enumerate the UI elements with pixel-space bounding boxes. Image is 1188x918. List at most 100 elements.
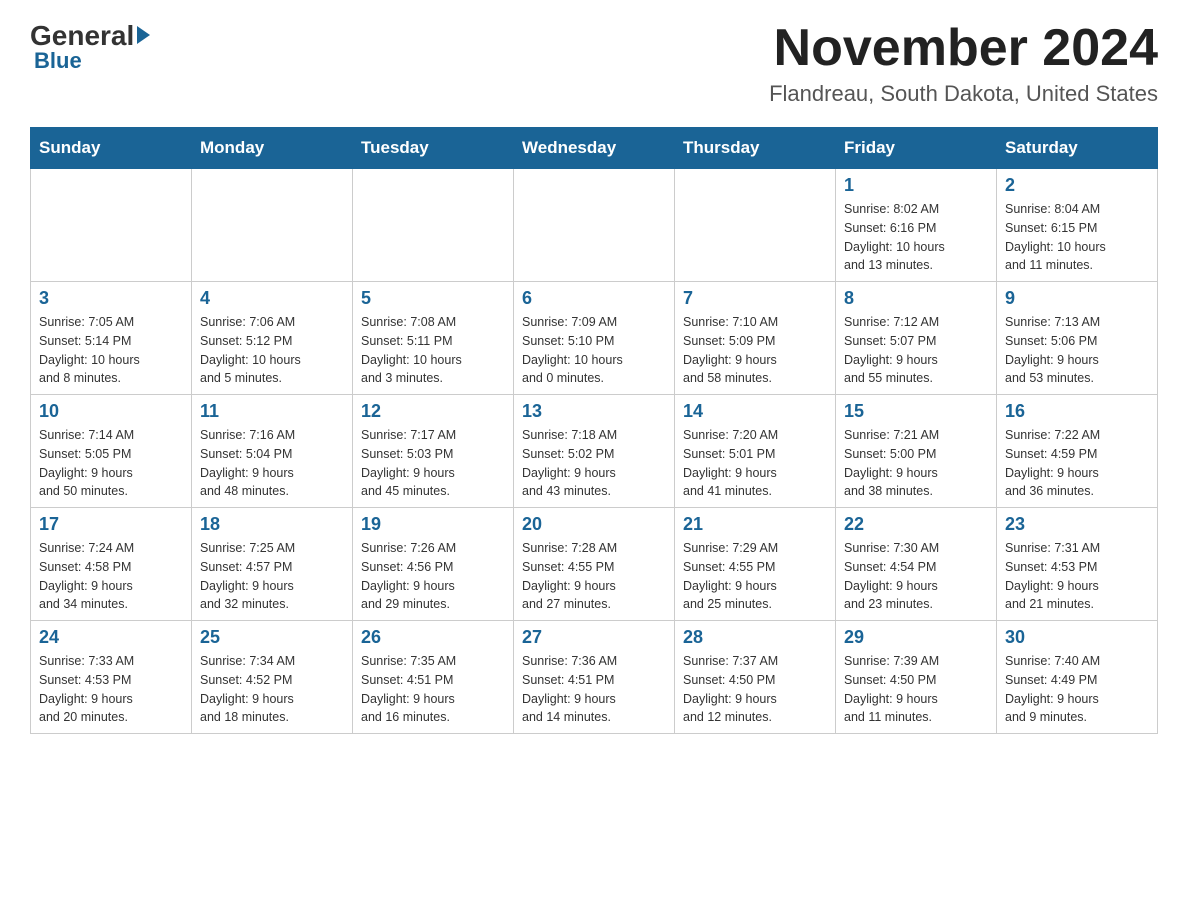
day-number: 10 — [39, 401, 183, 422]
day-info: Sunrise: 7:28 AM Sunset: 4:55 PM Dayligh… — [522, 539, 666, 614]
day-info: Sunrise: 7:09 AM Sunset: 5:10 PM Dayligh… — [522, 313, 666, 388]
day-number: 30 — [1005, 627, 1149, 648]
day-info: Sunrise: 7:12 AM Sunset: 5:07 PM Dayligh… — [844, 313, 988, 388]
day-info: Sunrise: 7:14 AM Sunset: 5:05 PM Dayligh… — [39, 426, 183, 501]
page-header: General Blue November 2024 Flandreau, So… — [30, 20, 1158, 107]
day-number: 2 — [1005, 175, 1149, 196]
calendar-cell: 3 Sunrise: 7:05 AM Sunset: 5:14 PM Daylig… — [31, 282, 192, 395]
day-info: Sunrise: 7:37 AM Sunset: 4:50 PM Dayligh… — [683, 652, 827, 727]
calendar-cell: 16 Sunrise: 7:22 AM Sunset: 4:59 PM Dayli… — [997, 395, 1158, 508]
day-info: Sunrise: 7:36 AM Sunset: 4:51 PM Dayligh… — [522, 652, 666, 727]
calendar-header-saturday: Saturday — [997, 128, 1158, 169]
calendar-cell: 13Sunrise: 7:18 AM Sunset: 5:02 PM Dayli… — [514, 395, 675, 508]
day-info: Sunrise: 7:26 AM Sunset: 4:56 PM Dayligh… — [361, 539, 505, 614]
calendar-cell: 6 Sunrise: 7:09 AM Sunset: 5:10 PM Daylig… — [514, 282, 675, 395]
calendar-table: SundayMondayTuesdayWednesdayThursdayFrid… — [30, 127, 1158, 734]
day-info: Sunrise: 7:24 AM Sunset: 4:58 PM Dayligh… — [39, 539, 183, 614]
day-number: 19 — [361, 514, 505, 535]
logo-arrow-icon — [137, 26, 150, 44]
day-info: Sunrise: 7:33 AM Sunset: 4:53 PM Dayligh… — [39, 652, 183, 727]
calendar-cell — [31, 169, 192, 282]
day-info: Sunrise: 7:22 AM Sunset: 4:59 PM Dayligh… — [1005, 426, 1149, 501]
calendar-cell: 1 Sunrise: 8:02 AM Sunset: 6:16 PM Daylig… — [836, 169, 997, 282]
calendar-cell: 28 Sunrise: 7:37 AM Sunset: 4:50 PM Dayli… — [675, 621, 836, 734]
day-number: 29 — [844, 627, 988, 648]
calendar-header-thursday: Thursday — [675, 128, 836, 169]
day-info: Sunrise: 8:02 AM Sunset: 6:16 PM Dayligh… — [844, 200, 988, 275]
day-number: 14 — [683, 401, 827, 422]
day-number: 13 — [522, 401, 666, 422]
calendar-week-row-2: 3 Sunrise: 7:05 AM Sunset: 5:14 PM Daylig… — [31, 282, 1158, 395]
day-number: 9 — [1005, 288, 1149, 309]
calendar-cell: 14 Sunrise: 7:20 AM Sunset: 5:01 PM Dayli… — [675, 395, 836, 508]
day-info: Sunrise: 7:16 AM Sunset: 5:04 PM Dayligh… — [200, 426, 344, 501]
day-info: Sunrise: 7:30 AM Sunset: 4:54 PM Dayligh… — [844, 539, 988, 614]
calendar-week-row-5: 24 Sunrise: 7:33 AM Sunset: 4:53 PM Dayli… — [31, 621, 1158, 734]
day-info: Sunrise: 7:17 AM Sunset: 5:03 PM Dayligh… — [361, 426, 505, 501]
day-number: 16 — [1005, 401, 1149, 422]
day-info: Sunrise: 7:39 AM Sunset: 4:50 PM Dayligh… — [844, 652, 988, 727]
calendar-cell: 21 Sunrise: 7:29 AM Sunset: 4:55 PM Dayli… — [675, 508, 836, 621]
calendar-cell: 20 Sunrise: 7:28 AM Sunset: 4:55 PM Dayli… — [514, 508, 675, 621]
calendar-cell: 15 Sunrise: 7:21 AM Sunset: 5:00 PM Dayli… — [836, 395, 997, 508]
calendar-header-friday: Friday — [836, 128, 997, 169]
calendar-cell: 22 Sunrise: 7:30 AM Sunset: 4:54 PM Dayli… — [836, 508, 997, 621]
day-number: 7 — [683, 288, 827, 309]
day-number: 22 — [844, 514, 988, 535]
calendar-week-row-4: 17 Sunrise: 7:24 AM Sunset: 4:58 PM Dayli… — [31, 508, 1158, 621]
day-info: Sunrise: 7:31 AM Sunset: 4:53 PM Dayligh… — [1005, 539, 1149, 614]
calendar-week-row-1: 1 Sunrise: 8:02 AM Sunset: 6:16 PM Daylig… — [31, 169, 1158, 282]
day-number: 11 — [200, 401, 344, 422]
day-number: 20 — [522, 514, 666, 535]
day-number: 24 — [39, 627, 183, 648]
calendar-header-tuesday: Tuesday — [353, 128, 514, 169]
day-info: Sunrise: 7:20 AM Sunset: 5:01 PM Dayligh… — [683, 426, 827, 501]
calendar-header-wednesday: Wednesday — [514, 128, 675, 169]
title-area: November 2024 Flandreau, South Dakota, U… — [769, 20, 1158, 107]
day-number: 15 — [844, 401, 988, 422]
day-info: Sunrise: 7:29 AM Sunset: 4:55 PM Dayligh… — [683, 539, 827, 614]
calendar-cell — [192, 169, 353, 282]
logo-blue-text: Blue — [34, 48, 82, 74]
day-number: 8 — [844, 288, 988, 309]
calendar-cell: 4 Sunrise: 7:06 AM Sunset: 5:12 PM Daylig… — [192, 282, 353, 395]
day-number: 17 — [39, 514, 183, 535]
calendar-header-monday: Monday — [192, 128, 353, 169]
day-number: 18 — [200, 514, 344, 535]
calendar-cell: 10 Sunrise: 7:14 AM Sunset: 5:05 PM Dayli… — [31, 395, 192, 508]
calendar-cell: 17 Sunrise: 7:24 AM Sunset: 4:58 PM Dayli… — [31, 508, 192, 621]
day-number: 3 — [39, 288, 183, 309]
location-subtitle: Flandreau, South Dakota, United States — [769, 81, 1158, 107]
calendar-header-sunday: Sunday — [31, 128, 192, 169]
day-info: Sunrise: 7:13 AM Sunset: 5:06 PM Dayligh… — [1005, 313, 1149, 388]
calendar-cell: 11 Sunrise: 7:16 AM Sunset: 5:04 PM Dayli… — [192, 395, 353, 508]
day-info: Sunrise: 8:04 AM Sunset: 6:15 PM Dayligh… — [1005, 200, 1149, 275]
day-number: 26 — [361, 627, 505, 648]
day-number: 6 — [522, 288, 666, 309]
calendar-cell: 8 Sunrise: 7:12 AM Sunset: 5:07 PM Daylig… — [836, 282, 997, 395]
month-year-title: November 2024 — [769, 20, 1158, 77]
calendar-cell: 7 Sunrise: 7:10 AM Sunset: 5:09 PM Daylig… — [675, 282, 836, 395]
calendar-cell — [514, 169, 675, 282]
day-number: 4 — [200, 288, 344, 309]
calendar-cell: 18Sunrise: 7:25 AM Sunset: 4:57 PM Dayli… — [192, 508, 353, 621]
day-number: 21 — [683, 514, 827, 535]
calendar-cell: 19 Sunrise: 7:26 AM Sunset: 4:56 PM Dayli… — [353, 508, 514, 621]
calendar-cell — [353, 169, 514, 282]
calendar-cell — [675, 169, 836, 282]
day-number: 1 — [844, 175, 988, 196]
day-info: Sunrise: 7:35 AM Sunset: 4:51 PM Dayligh… — [361, 652, 505, 727]
calendar-cell: 25Sunrise: 7:34 AM Sunset: 4:52 PM Dayli… — [192, 621, 353, 734]
calendar-cell: 2 Sunrise: 8:04 AM Sunset: 6:15 PM Daylig… — [997, 169, 1158, 282]
day-number: 5 — [361, 288, 505, 309]
calendar-header-row: SundayMondayTuesdayWednesdayThursdayFrid… — [31, 128, 1158, 169]
day-number: 28 — [683, 627, 827, 648]
day-info: Sunrise: 7:06 AM Sunset: 5:12 PM Dayligh… — [200, 313, 344, 388]
day-number: 23 — [1005, 514, 1149, 535]
calendar-cell: 30Sunrise: 7:40 AM Sunset: 4:49 PM Dayli… — [997, 621, 1158, 734]
day-number: 12 — [361, 401, 505, 422]
day-info: Sunrise: 7:05 AM Sunset: 5:14 PM Dayligh… — [39, 313, 183, 388]
day-info: Sunrise: 7:21 AM Sunset: 5:00 PM Dayligh… — [844, 426, 988, 501]
day-number: 27 — [522, 627, 666, 648]
day-info: Sunrise: 7:10 AM Sunset: 5:09 PM Dayligh… — [683, 313, 827, 388]
